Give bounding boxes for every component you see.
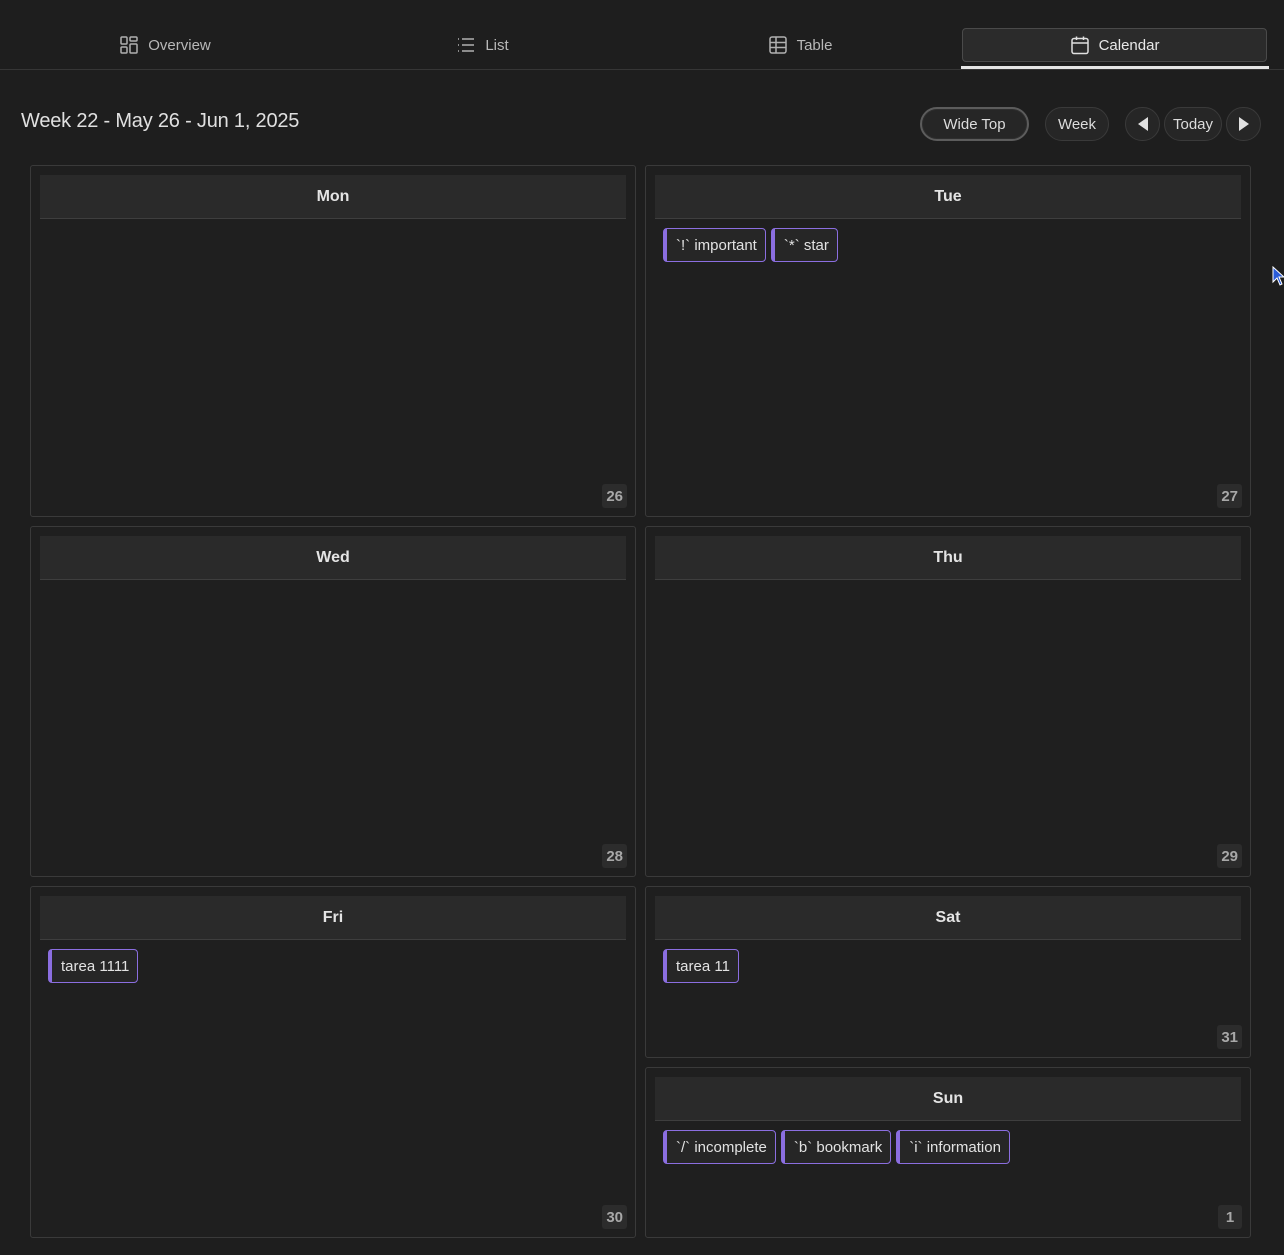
calendar-icon (1070, 36, 1089, 55)
mouse-pointer-icon (1272, 266, 1284, 286)
day-number: 27 (1217, 484, 1242, 508)
tab-list-label: List (485, 36, 509, 54)
grid-icon (120, 36, 138, 54)
active-tab-indicator (961, 66, 1269, 69)
tab-table[interactable]: Table (650, 28, 950, 62)
view-tab-bar: Overview List Table Calendar (0, 0, 1284, 70)
day-cell-tue[interactable]: Tue `!` important `*` star 27 (645, 165, 1251, 517)
tab-calendar[interactable]: Calendar (962, 28, 1267, 62)
arrow-right-icon (1238, 117, 1249, 131)
tab-list[interactable]: List (335, 28, 630, 62)
day-header: Tue (655, 175, 1241, 219)
day-cell-wed[interactable]: Wed 28 (30, 526, 636, 877)
task-chip[interactable]: `b` bookmark (780, 1130, 892, 1164)
view-mode-button[interactable]: Week (1045, 107, 1109, 141)
day-number: 31 (1217, 1025, 1242, 1049)
week-title: Week 22 - May 26 - Jun 1, 2025 (21, 110, 300, 132)
task-list: tarea 1111 (48, 949, 626, 983)
day-header: Sat (655, 896, 1241, 940)
table-icon (768, 36, 787, 54)
day-cell-fri[interactable]: Fri tarea 1111 30 (30, 886, 636, 1238)
today-button[interactable]: Today (1164, 107, 1222, 141)
task-list: tarea 11 (663, 949, 1241, 983)
day-cell-sat[interactable]: Sat tarea 11 31 (645, 886, 1251, 1058)
task-chip[interactable]: tarea 11 (663, 949, 739, 983)
task-chip[interactable]: `/` incomplete (663, 1130, 776, 1164)
tab-table-label: Table (796, 36, 833, 54)
day-number: 28 (602, 844, 627, 868)
arrow-left-icon (1137, 117, 1148, 131)
task-chip[interactable]: `i` information (896, 1130, 1010, 1164)
next-week-button[interactable] (1226, 107, 1261, 141)
day-cell-thu[interactable]: Thu 29 (645, 526, 1251, 877)
tab-calendar-label: Calendar (1098, 36, 1160, 54)
day-header: Mon (40, 175, 626, 219)
day-header: Thu (655, 536, 1241, 580)
day-header: Fri (40, 896, 626, 940)
day-header: Sun (655, 1077, 1241, 1121)
task-chip[interactable]: tarea 1111 (48, 949, 139, 983)
day-cell-mon[interactable]: Mon 26 (30, 165, 636, 517)
previous-week-button[interactable] (1125, 107, 1160, 141)
day-number: 30 (602, 1205, 627, 1229)
day-header: Wed (40, 536, 626, 580)
day-cell-sun[interactable]: Sun `/` incomplete `b` bookmark `i` info… (645, 1067, 1251, 1238)
task-chip[interactable]: `*` star (770, 228, 838, 262)
list-icon (458, 38, 475, 52)
task-list: `/` incomplete `b` bookmark `i` informat… (663, 1130, 1241, 1164)
tab-overview-label: Overview (148, 36, 211, 54)
day-number: 1 (1218, 1205, 1242, 1229)
tab-overview[interactable]: Overview (20, 28, 310, 62)
day-number: 29 (1217, 844, 1242, 868)
layout-toggle-button[interactable]: Wide Top (920, 107, 1029, 141)
task-list: `!` important `*` star (663, 228, 1241, 262)
task-chip[interactable]: `!` important (663, 228, 766, 262)
day-number: 26 (602, 484, 627, 508)
